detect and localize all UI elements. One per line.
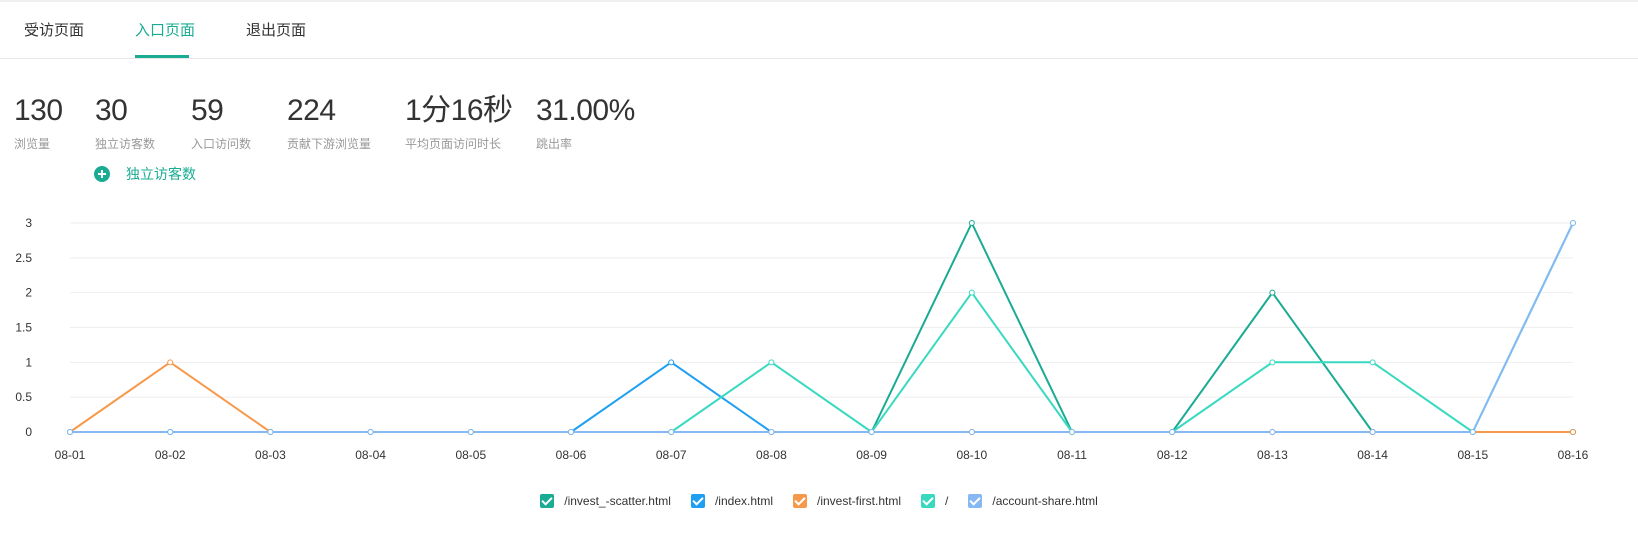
stat-value: 1分16秒 xyxy=(405,94,513,127)
plus-circle-icon xyxy=(94,166,110,182)
add-metric-label: 独立访客数 xyxy=(126,166,196,182)
data-point xyxy=(968,220,975,226)
x-tick-label: 08-08 xyxy=(756,448,787,462)
data-point xyxy=(768,429,775,435)
legend-label: /invest-first.html xyxy=(817,494,902,508)
y-tick-label: 1.5 xyxy=(15,321,32,335)
data-point xyxy=(67,429,73,435)
data-point xyxy=(1269,429,1276,435)
line-chart: 0 0.5 1 1.5 2 2.5 3 08-01 08-02 08-03 08-04 08-05 08… xyxy=(15,216,1589,462)
legend-label: /index.html xyxy=(714,494,773,508)
y-tick-label: 2.5 xyxy=(15,251,32,265)
add-metric-button[interactable]: 独立访客数 xyxy=(94,164,196,184)
x-tick-label: 08-03 xyxy=(255,448,286,462)
x-tick-label: 08-16 xyxy=(1558,448,1589,462)
x-tick-label: 08-14 xyxy=(1357,448,1388,462)
stat-label: 贡献下游浏览量 xyxy=(287,137,372,151)
tab-visited-pages[interactable]: 受访页面 xyxy=(24,19,84,40)
tab-bar: 受访页面 入口页面 退出页面 xyxy=(0,0,1638,59)
data-point xyxy=(1570,220,1576,226)
stat-value: 224 xyxy=(287,94,336,127)
stat-label: 入口访问数 xyxy=(191,137,252,151)
legend-label: /invest_-scatter.html xyxy=(564,494,671,508)
legend-item[interactable]: /invest_-scatter.html xyxy=(540,494,671,508)
tab-exit-pages[interactable]: 退出页面 xyxy=(246,19,306,40)
legend-item[interactable]: /index.html xyxy=(690,494,773,508)
checkbox-checked-icon xyxy=(793,494,807,508)
x-tick-label: 08-15 xyxy=(1457,448,1488,462)
stat-bounce-rate: 31.00% 跳出率 xyxy=(536,93,635,152)
data-point xyxy=(1369,429,1376,435)
data-point xyxy=(167,359,174,366)
stat-avg-duration: 1分16秒 平均页面访问时长 xyxy=(405,93,513,152)
legend-item[interactable]: /invest-first.html xyxy=(793,494,901,508)
data-point xyxy=(1570,429,1576,435)
active-tab-indicator xyxy=(135,55,189,58)
x-tick-label: 08-07 xyxy=(656,448,687,462)
stat-value: 130 xyxy=(14,94,63,127)
legend-label: /account-share.html xyxy=(992,494,1098,508)
data-point xyxy=(568,429,574,435)
stat-label: 浏览量 xyxy=(14,137,51,151)
y-tick-label: 0 xyxy=(25,425,32,439)
stat-unique-visitors: 30 独立访客数 xyxy=(95,93,155,152)
stat-entry-visits: 59 入口访问数 xyxy=(191,93,251,152)
checkbox-checked-icon xyxy=(690,494,705,508)
x-tick-label: 08-11 xyxy=(1057,448,1087,462)
chart-legend: /invest_-scatter.html/index.html/invest-… xyxy=(0,494,1638,508)
stat-value: 59 xyxy=(191,94,224,127)
stat-value: 30 xyxy=(95,94,128,127)
stat-pageviews: 130 浏览量 xyxy=(14,93,63,152)
stat-label: 跳出率 xyxy=(536,137,573,151)
tab-entry-pages[interactable]: 入口页面 xyxy=(135,19,195,40)
x-tick-label: 08-02 xyxy=(155,448,186,462)
legend-item[interactable]: / xyxy=(921,494,948,508)
data-point xyxy=(1369,359,1376,366)
data-point xyxy=(1069,429,1075,435)
checkbox-checked-icon xyxy=(968,494,983,508)
stat-value: 31.00% xyxy=(536,94,635,127)
data-point xyxy=(367,429,374,435)
x-tick-label: 08-13 xyxy=(1257,448,1288,462)
x-tick-label: 08-10 xyxy=(956,448,987,462)
data-point xyxy=(868,429,875,435)
stat-label: 平均页面访问时长 xyxy=(405,137,502,151)
x-tick-label: 08-05 xyxy=(455,448,486,462)
checkbox-checked-icon xyxy=(921,494,936,508)
legend-item[interactable]: /account-share.html xyxy=(968,494,1098,508)
data-point xyxy=(668,429,675,435)
x-tick-label: 08-09 xyxy=(856,448,887,462)
data-point xyxy=(467,429,474,435)
stat-downstream-pageviews: 224 贡献下游浏览量 xyxy=(287,93,371,152)
stat-label: 独立访客数 xyxy=(95,137,156,151)
y-tick-label: 0.5 xyxy=(15,390,32,404)
data-point xyxy=(267,429,274,435)
checkbox-checked-icon xyxy=(540,494,555,508)
data-point xyxy=(668,359,675,366)
x-tick-label: 08-06 xyxy=(556,448,587,462)
data-point xyxy=(1469,429,1476,435)
x-tick-label: 08-12 xyxy=(1157,448,1188,462)
x-tick-label: 08-04 xyxy=(355,448,386,462)
y-tick-label: 2 xyxy=(25,286,32,300)
data-point xyxy=(968,289,975,296)
data-point xyxy=(1169,429,1176,435)
data-point xyxy=(1269,289,1276,296)
data-point xyxy=(968,429,975,435)
data-point xyxy=(768,359,775,366)
legend-label: / xyxy=(945,494,949,508)
data-point xyxy=(1269,359,1276,366)
data-point xyxy=(167,429,174,435)
y-tick-label: 3 xyxy=(25,216,32,230)
x-tick-label: 08-01 xyxy=(55,448,86,462)
y-tick-label: 1 xyxy=(25,355,32,369)
